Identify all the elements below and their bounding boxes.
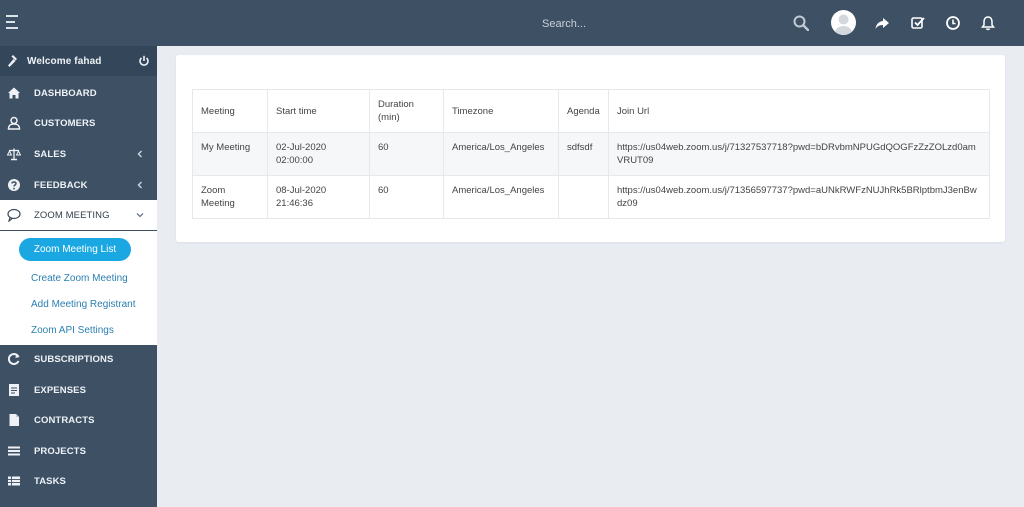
cell-meeting: My Meeting (192, 132, 268, 176)
submenu-add-meeting-registrant[interactable]: Add Meeting Registrant (31, 299, 136, 310)
search-icon[interactable] (793, 15, 809, 31)
chat-bubble-icon (7, 208, 21, 222)
welcome-text: Welcome fahad (27, 55, 102, 67)
share-icon[interactable] (874, 15, 890, 31)
cell-meeting: Zoom Meeting (192, 175, 268, 219)
column-header-duration[interactable]: Duration (min) (369, 89, 444, 133)
cell-join-url[interactable]: https://us04web.zoom.us/j/71356597737?pw… (608, 175, 990, 219)
question-circle-icon (8, 179, 20, 191)
meetings-panel: Meeting Start time Duration (min) Timezo… (176, 55, 1005, 242)
sidebar-item-label: FEEDBACK (34, 179, 88, 191)
avatar[interactable] (831, 10, 856, 35)
sidebar-item-label: SALES (34, 148, 67, 160)
cell-agenda (558, 175, 609, 219)
sidebar-item-sales[interactable]: SALES (0, 139, 157, 169)
sidebar-item-projects[interactable]: PROJECTS (0, 436, 157, 466)
tasks-icon (8, 476, 20, 486)
cell-join-url[interactable]: https://us04web.zoom.us/j/71327537718?pw… (608, 132, 990, 176)
sidebar-item-label: CUSTOMERS (34, 117, 96, 129)
column-header-start-time[interactable]: Start time (267, 89, 370, 133)
table-header-row: Meeting Start time Duration (min) Timezo… (192, 89, 990, 133)
sidebar-item-expenses[interactable]: EXPENSES (0, 375, 157, 405)
sidebar-item-label: EXPENSES (34, 384, 87, 396)
sidebar-item-label: DASHBOARD (34, 87, 97, 99)
home-icon (8, 87, 20, 99)
search-input[interactable] (540, 13, 774, 35)
sidebar-item-tasks[interactable]: TASKS (0, 466, 157, 496)
column-header-timezone[interactable]: Timezone (443, 89, 559, 133)
balance-scale-icon (7, 148, 21, 161)
sidebar-item-zoom-meeting[interactable]: ZOOM MEETING (0, 200, 157, 230)
cell-agenda: sdfsdf (558, 132, 609, 176)
chevron-left-icon (137, 150, 142, 158)
bars-icon (8, 446, 20, 456)
column-header-join-url[interactable]: Join Url (608, 89, 990, 133)
cell-timezone: America/Los_Angeles (443, 132, 559, 176)
sidebar-item-dashboard[interactable]: DASHBOARD (0, 78, 157, 108)
menu-toggle-icon[interactable] (6, 15, 18, 29)
sidebar-item-label: ZOOM MEETING (34, 209, 110, 221)
top-bar (0, 0, 1024, 46)
cell-timezone: America/Los_Angeles (443, 175, 559, 219)
file-icon (9, 414, 19, 426)
cell-duration: 60 (369, 175, 444, 219)
clock-icon[interactable] (945, 15, 961, 31)
sidebar-item-label: SUBSCRIPTIONS (34, 353, 114, 365)
cell-duration: 60 (369, 132, 444, 176)
sidebar-item-label: PROJECTS (34, 445, 87, 457)
power-icon[interactable] (138, 55, 150, 67)
submenu-zoom-api-settings[interactable]: Zoom API Settings (31, 325, 114, 336)
refresh-icon (8, 353, 20, 365)
bell-icon[interactable] (980, 15, 996, 31)
sidebar-item-contracts[interactable]: CONTRACTS (0, 405, 157, 435)
sidebar-item-feedback[interactable]: FEEDBACK (0, 170, 157, 200)
table-row: Zoom Meeting 08-Jul-2020 21:46:36 60 Ame… (192, 175, 990, 219)
table-row: My Meeting 02-Jul-2020 02:00:00 60 Ameri… (192, 132, 990, 176)
cell-start-time: 02-Jul-2020 02:00:00 (267, 132, 370, 176)
chevron-down-icon (136, 213, 144, 218)
sidebar-item-label: TASKS (34, 475, 66, 487)
welcome-row: Welcome fahad (0, 46, 157, 76)
submenu-create-zoom-meeting[interactable]: Create Zoom Meeting (31, 273, 128, 284)
gavel-icon (8, 55, 17, 67)
cell-start-time: 08-Jul-2020 21:46:36 (267, 175, 370, 219)
column-header-meeting[interactable]: Meeting (192, 89, 268, 133)
checkbox-icon[interactable] (910, 15, 926, 31)
submenu-zoom-meeting-list[interactable]: Zoom Meeting List (19, 238, 131, 261)
sidebar-item-subscriptions[interactable]: SUBSCRIPTIONS (0, 344, 157, 374)
zoom-meetings-table: Meeting Start time Duration (min) Timezo… (192, 89, 990, 219)
sidebar-item-label: CONTRACTS (34, 414, 95, 426)
sidebar: Welcome fahad DASHBOARD CUSTOMERS SALES (0, 46, 157, 507)
user-icon (7, 116, 21, 130)
sidebar-item-customers[interactable]: CUSTOMERS (0, 108, 157, 138)
document-icon (9, 384, 19, 396)
chevron-left-icon (137, 181, 142, 189)
column-header-agenda[interactable]: Agenda (558, 89, 609, 133)
zoom-meeting-submenu: Zoom Meeting List Create Zoom Meeting Ad… (0, 231, 157, 345)
